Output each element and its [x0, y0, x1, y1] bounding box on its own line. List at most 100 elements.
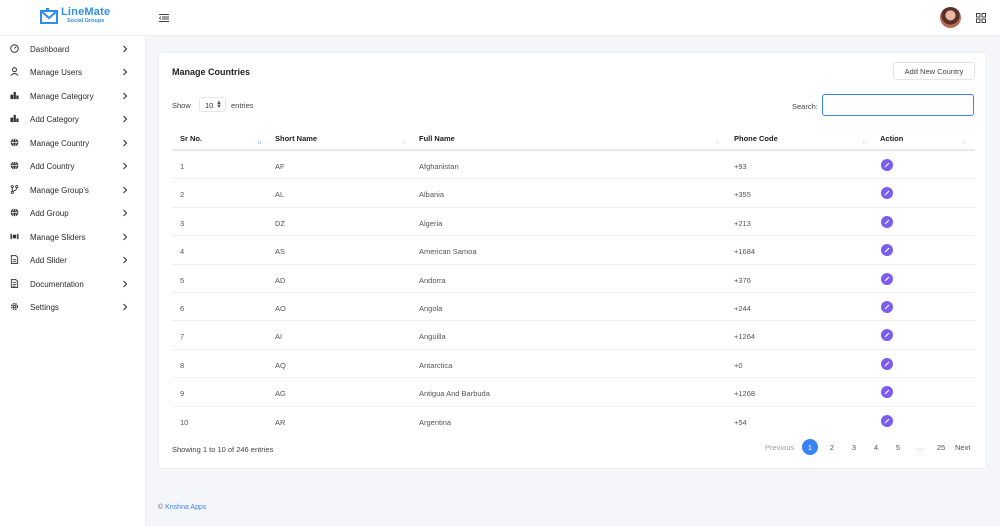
sidebar-item-add-slider[interactable]: Add Slider [0, 249, 146, 271]
globe-icon [10, 161, 19, 170]
app-logo[interactable]: LineMate Social Groups [40, 7, 110, 25]
table-header-row: Sr No. ↑↓ Short Name ↑↓ Full Name ↑↓ Pho… [172, 126, 975, 151]
cell-short-name: AL [275, 190, 285, 200]
branch-icon [10, 184, 19, 194]
edit-button[interactable] [881, 386, 893, 399]
table-row: 3 DZ Algeria +213 [172, 208, 975, 237]
column-header-sr-no[interactable]: Sr No. [180, 134, 202, 143]
cell-phone-code: +1684 [734, 247, 756, 257]
user-avatar[interactable] [940, 7, 961, 28]
cell-phone-code: +1264 [734, 332, 756, 342]
cell-sr-no: 6 [180, 303, 185, 313]
edit-button[interactable] [881, 187, 893, 200]
pagination-previous[interactable]: Previous [765, 439, 794, 455]
chevron-right-icon [123, 256, 128, 264]
chevron-right-icon [123, 115, 128, 123]
sidebar-item-label: Add Category [30, 115, 79, 124]
pagination-page-2[interactable]: 2 [825, 439, 839, 455]
edit-button[interactable] [881, 244, 893, 257]
cell-short-name: DZ [275, 218, 285, 228]
slider-icon [10, 233, 19, 239]
sidebar-item-label: Manage Group's [30, 185, 89, 195]
edit-button[interactable] [881, 357, 893, 370]
column-header-phone-code[interactable]: Phone Code [734, 134, 778, 143]
select-arrows-icon: ▲ ▼ [216, 100, 222, 110]
chevron-right-icon [123, 303, 128, 311]
edit-button[interactable] [881, 300, 893, 313]
table-row: 4 AS American Samoa +1684 [172, 236, 975, 265]
chevron-right-icon [123, 280, 128, 287]
sidebar-item-label: Dashboard [30, 44, 70, 54]
cell-phone-code: +54 [734, 417, 747, 427]
pagination-page-3[interactable]: 3 [847, 439, 861, 455]
pencil-icon [884, 361, 890, 367]
top-header: LineMate Social Groups [0, 0, 1000, 36]
edit-button[interactable] [881, 159, 893, 171]
pagination-page-1[interactable]: 1 [802, 439, 818, 455]
sort-icon[interactable]: ↑↓ [962, 140, 967, 146]
entries-label: entries [231, 101, 254, 110]
search-input[interactable] [822, 94, 974, 116]
column-header-short-name[interactable]: Short Name [275, 134, 317, 143]
entries-per-page-select[interactable]: 10 ▲ ▼ [199, 97, 226, 112]
sidebar-item-add-country[interactable]: Add Country [0, 155, 146, 177]
table-row: 9 AG Antigua And Barbuda +1268 [172, 378, 975, 407]
table-row: 6 AO Angola +244 [172, 293, 975, 322]
sidebar-item-manage-category[interactable]: Manage Category [0, 85, 146, 107]
sidebar-item-label: Settings [30, 303, 59, 312]
pagination: Previous 1 2 3 4 5 … 25 Next [759, 439, 979, 455]
cell-short-name: AG [275, 389, 286, 399]
sidebar-item-add-group[interactable]: Add Group [0, 202, 146, 224]
cell-full-name: Argentina [419, 417, 452, 427]
cell-full-name: Angola [419, 303, 443, 313]
sort-icon[interactable]: ↑↓ [401, 140, 406, 146]
table-row: 5 AD Andorra +376 [172, 265, 975, 293]
sidebar-item-label: Manage Category [30, 91, 94, 101]
sidebar-item-manage-sliders[interactable]: Manage Sliders [0, 226, 146, 248]
cell-sr-no: 4 [180, 247, 185, 257]
pagination-page-25[interactable]: 25 [934, 439, 948, 455]
cell-sr-no: 3 [180, 218, 185, 228]
edit-button[interactable] [881, 215, 893, 228]
sidebar-item-manage-groups[interactable]: Manage Group's [0, 179, 146, 201]
chevron-right-icon [123, 92, 128, 99]
column-header-full-name[interactable]: Full Name [419, 134, 455, 143]
sort-icon[interactable]: ↑↓ [862, 140, 867, 146]
sidebar-item-settings[interactable]: Settings [0, 296, 146, 318]
sort-asc-icon[interactable]: ↑↓ [257, 140, 262, 146]
cell-full-name: Afghanistan [419, 162, 459, 171]
chevron-right-icon [123, 45, 128, 52]
column-header-action[interactable]: Action [880, 134, 903, 143]
table-row: 2 AL Albania +355 [172, 179, 975, 208]
edit-button[interactable] [881, 414, 893, 427]
sidebar-item-documentation[interactable]: Documentation [0, 273, 146, 295]
user-icon [10, 67, 19, 76]
menu-toggle-icon[interactable] [159, 13, 169, 23]
sidebar-item-manage-country[interactable]: Manage Country [0, 132, 146, 154]
sidebar-item-add-category[interactable]: Add Category [0, 108, 146, 130]
pencil-icon [884, 162, 890, 168]
cell-phone-code: +1268 [734, 389, 756, 399]
sidebar: Dashboard Manage Users Manage Category A… [0, 36, 146, 526]
add-new-country-button[interactable]: Add New Country [893, 62, 975, 80]
edit-button[interactable] [881, 272, 893, 285]
cell-full-name: Andorra [419, 275, 446, 285]
sidebar-item-dashboard[interactable]: Dashboard [0, 38, 146, 60]
footer-company-link[interactable]: Krishna Apps [165, 504, 206, 511]
cell-sr-no: 9 [180, 389, 185, 399]
pencil-icon [884, 276, 890, 281]
apps-grid-icon[interactable] [976, 13, 986, 23]
edit-button[interactable] [881, 329, 893, 342]
file-icon [10, 255, 19, 264]
table-info: Showing 1 to 10 of 246 entries [172, 445, 274, 454]
cell-short-name: AR [275, 417, 286, 427]
pagination-next[interactable]: Next [955, 439, 970, 455]
pagination-page-4[interactable]: 4 [869, 439, 883, 455]
cell-full-name: Antarctica [419, 360, 453, 370]
category-icon [10, 114, 19, 123]
sidebar-item-manage-users[interactable]: Manage Users [0, 61, 146, 83]
chevron-right-icon [123, 162, 128, 170]
pagination-page-5[interactable]: 5 [891, 439, 905, 455]
sort-icon[interactable]: ↑↓ [715, 140, 720, 146]
entries-select-value: 10 [205, 101, 214, 110]
